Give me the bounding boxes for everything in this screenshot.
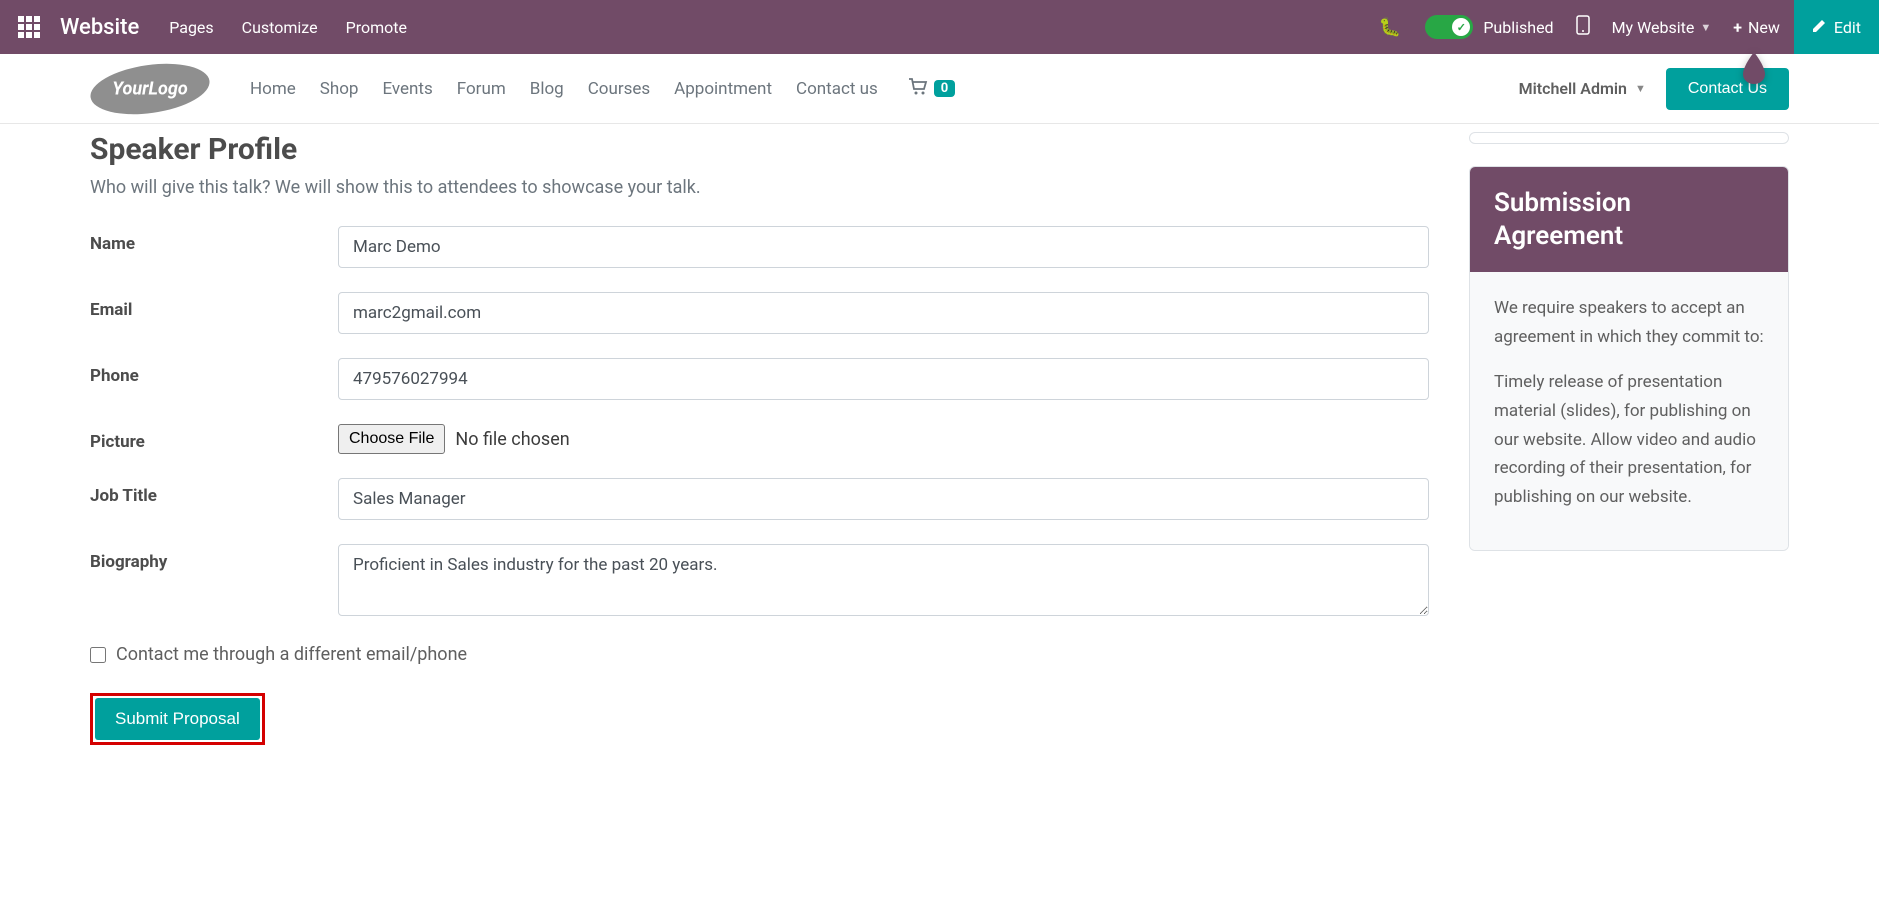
new-button[interactable]: + New	[1733, 18, 1780, 37]
label-biography: Biography	[90, 544, 338, 572]
admin-topbar: Website Pages Customize Promote 🐛 ✓ Publ…	[0, 0, 1879, 54]
my-website-dropdown[interactable]: My Website▼	[1612, 18, 1712, 37]
sidebar: Submission Agreement We require speakers…	[1469, 132, 1789, 745]
menu-pages[interactable]: Pages	[169, 18, 213, 37]
pencil-icon	[1812, 18, 1826, 37]
chevron-down-icon: ▼	[1700, 21, 1711, 34]
mobile-preview-icon[interactable]	[1576, 15, 1590, 39]
label-name: Name	[90, 226, 338, 254]
edit-button[interactable]: Edit	[1794, 0, 1879, 54]
apps-grid-icon[interactable]	[18, 16, 40, 38]
main-content: Speaker Profile Who will give this talk?…	[90, 132, 1429, 745]
published-toggle[interactable]: ✓	[1425, 15, 1473, 39]
label-email: Email	[90, 292, 338, 320]
phone-field[interactable]	[338, 358, 1429, 400]
contact-us-button[interactable]: Contact Us	[1666, 68, 1789, 110]
nav-courses[interactable]: Courses	[588, 79, 650, 99]
page-subtitle: Who will give this talk? We will show th…	[90, 177, 1429, 198]
menu-customize[interactable]: Customize	[242, 18, 318, 37]
nav-shop[interactable]: Shop	[320, 79, 359, 99]
file-status-text: No file chosen	[455, 429, 569, 450]
app-title: Website	[60, 15, 139, 40]
cart-count-badge: 0	[934, 80, 955, 97]
name-field[interactable]	[338, 226, 1429, 268]
menu-promote[interactable]: Promote	[346, 18, 407, 37]
nav-blog[interactable]: Blog	[530, 79, 564, 99]
site-header: YourLogo Home Shop Events Forum Blog Cou…	[0, 54, 1879, 124]
nav-contact[interactable]: Contact us	[796, 79, 878, 99]
nav-appointment[interactable]: Appointment	[674, 79, 772, 99]
nav-home[interactable]: Home	[250, 79, 296, 99]
site-logo[interactable]: YourLogo	[90, 65, 210, 113]
card-header: Submission Agreement	[1470, 167, 1788, 272]
bug-icon[interactable]: 🐛	[1379, 17, 1401, 38]
cart-icon	[908, 78, 928, 100]
submission-agreement-card: Submission Agreement We require speakers…	[1469, 166, 1789, 551]
check-icon: ✓	[1452, 18, 1470, 36]
top-menu: Pages Customize Promote	[169, 18, 407, 37]
chevron-down-icon: ▼	[1635, 82, 1646, 95]
choose-file-button[interactable]: Choose File	[338, 424, 445, 454]
submit-proposal-button[interactable]: Submit Proposal	[95, 698, 260, 740]
label-job-title: Job Title	[90, 478, 338, 506]
user-menu[interactable]: Mitchell Admin ▼	[1519, 79, 1646, 98]
email-field[interactable]	[338, 292, 1429, 334]
site-nav: Home Shop Events Forum Blog Courses Appo…	[250, 79, 878, 99]
plus-icon: +	[1733, 18, 1742, 37]
cart-link[interactable]: 0	[908, 78, 955, 100]
label-picture: Picture	[90, 424, 338, 452]
job-title-field[interactable]	[338, 478, 1429, 520]
label-phone: Phone	[90, 358, 338, 386]
published-label: Published	[1483, 18, 1553, 37]
color-picker-icon[interactable]	[1739, 50, 1769, 90]
agreement-detail: Timely release of presentation material …	[1494, 368, 1764, 512]
agreement-intro: We require speakers to accept an agreeme…	[1494, 294, 1764, 352]
page-title: Speaker Profile	[90, 132, 1429, 167]
biography-field[interactable]	[338, 544, 1429, 616]
submit-highlight-box: Submit Proposal	[90, 693, 265, 745]
alt-contact-label: Contact me through a different email/pho…	[116, 644, 467, 665]
nav-events[interactable]: Events	[382, 79, 432, 99]
sidebar-previous-card-bottom	[1469, 132, 1789, 144]
alt-contact-checkbox[interactable]	[90, 647, 106, 663]
nav-forum[interactable]: Forum	[457, 79, 506, 99]
